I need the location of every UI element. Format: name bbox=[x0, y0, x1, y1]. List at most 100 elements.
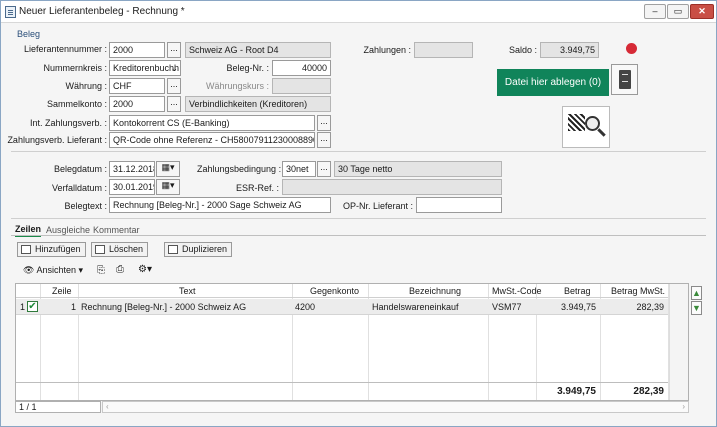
sammelkonto-lookup-button[interactable]: ... bbox=[167, 96, 181, 112]
row-checkbox[interactable]: ✔ bbox=[27, 301, 38, 312]
lieferantennummer-label: Lieferantennummer : bbox=[23, 44, 107, 54]
duplicate-icon bbox=[168, 245, 178, 254]
col-header-zeile[interactable]: Zeile bbox=[52, 284, 72, 298]
cell-betrag: 3.949,75 bbox=[560, 302, 596, 312]
scroll-left-icon[interactable]: ‹ bbox=[106, 402, 109, 411]
zahlungsverb-lieferant-input[interactable]: QR-Code ohne Referenz - CH58007911230008… bbox=[109, 132, 315, 148]
views-label: Ansichten bbox=[36, 265, 76, 275]
trash-icon bbox=[95, 245, 105, 254]
add-label: Hinzufügen bbox=[35, 244, 81, 254]
cell-zeile: 1 bbox=[70, 302, 76, 312]
chevron-down-icon: ⌄ bbox=[170, 63, 178, 73]
verfalldatum-input[interactable]: 30.01.2019 bbox=[109, 179, 155, 195]
zahlungen-field bbox=[414, 42, 473, 58]
divider bbox=[11, 151, 706, 152]
cell-betrag-mwst: 282,39 bbox=[636, 302, 664, 312]
saldo-label: Saldo : bbox=[508, 45, 537, 55]
add-row-button[interactable]: Hinzufügen bbox=[17, 242, 86, 257]
int-zahlungsverb-lookup-button[interactable]: ... bbox=[317, 115, 331, 131]
move-down-icon[interactable]: ▼ bbox=[691, 301, 702, 315]
int-zahlungsverb-input[interactable]: Kontokorrent CS (E-Banking) bbox=[109, 115, 315, 131]
zahlungsverb-lieferant-label: Zahlungsverb. Lieferant : bbox=[7, 135, 107, 145]
cell-gegenkonto: 4200 bbox=[295, 302, 316, 312]
belegtext-label: Belegtext : bbox=[64, 201, 107, 211]
sammelkonto-input[interactable]: 2000 bbox=[109, 96, 165, 112]
minimize-button[interactable]: – bbox=[644, 4, 666, 19]
row-number: 1 bbox=[20, 302, 26, 312]
divider bbox=[11, 235, 706, 236]
document-preview-thumbnail[interactable] bbox=[562, 106, 610, 148]
delete-row-button[interactable]: Löschen bbox=[91, 242, 149, 257]
lieferant-lookup-button[interactable]: ... bbox=[167, 42, 181, 58]
duplicate-row-button[interactable]: Duplizieren bbox=[164, 242, 233, 257]
lieferant-name-field: Schweiz AG - Root D4 bbox=[185, 42, 331, 58]
zahlungsbedingung-input[interactable]: 30net bbox=[282, 161, 316, 177]
col-header-gegenkonto[interactable]: Gegenkonto bbox=[310, 284, 359, 298]
sammelkonto-label: Sammelkonto : bbox=[46, 99, 107, 109]
zahlungsbedingung-text-field: 30 Tage netto bbox=[334, 161, 502, 177]
opnr-input[interactable] bbox=[416, 197, 502, 213]
title-bar: Neuer Lieferantenbeleg - Rechnung * – ▭ … bbox=[1, 1, 716, 23]
calendar-icon[interactable]: ▦▾ bbox=[156, 161, 180, 177]
col-header-bezeichnung[interactable]: Bezeichnung bbox=[409, 284, 461, 298]
delete-label: Löschen bbox=[109, 244, 144, 254]
belegtext-input[interactable]: Rechnung [Beleg-Nr.] - 2000 Sage Schweiz… bbox=[109, 197, 331, 213]
waehrung-label: Währung : bbox=[65, 81, 107, 91]
sammelkonto-name-field: Verbindlichkeiten (Kreditoren) bbox=[185, 96, 331, 112]
move-up-icon[interactable]: ▲ bbox=[691, 286, 702, 300]
views-menu-button[interactable]: 👁 Ansichten ▾ bbox=[23, 265, 83, 276]
lines-grid: Zeile Text Gegenkonto Bezeichnung MwSt.-… bbox=[15, 283, 702, 401]
document-icon bbox=[5, 6, 16, 18]
saldo-field: 3.949,75 bbox=[540, 42, 599, 58]
window-title: Neuer Lieferantenbeleg - Rechnung * bbox=[19, 6, 185, 17]
divider bbox=[11, 218, 706, 219]
zahlungsbedingung-lookup-button[interactable]: ... bbox=[317, 161, 331, 177]
status-indicator bbox=[626, 43, 637, 54]
total-betrag-mwst: 282,39 bbox=[633, 386, 664, 397]
col-header-betrag[interactable]: Betrag bbox=[564, 284, 591, 298]
verfalldatum-label: Verfalldatum : bbox=[51, 183, 107, 193]
nummernkreis-label: Nummernkreis : bbox=[43, 63, 107, 73]
zahlungsverb-lieferant-lookup-button[interactable]: ... bbox=[317, 132, 331, 148]
nummernkreis-select[interactable]: Kreditorenbuchh ⌄ bbox=[109, 60, 181, 76]
horizontal-scrollbar[interactable]: ‹ › bbox=[102, 401, 689, 413]
opnr-label: OP-Nr. Lieferant : bbox=[342, 201, 413, 211]
scroll-right-icon[interactable]: › bbox=[682, 402, 685, 411]
waehrung-input[interactable]: CHF bbox=[109, 78, 165, 94]
esr-label: ESR-Ref. : bbox=[235, 183, 279, 193]
gear-icon[interactable]: ⚙▾ bbox=[138, 264, 152, 275]
preview-icon[interactable]: ⎘ bbox=[97, 265, 105, 276]
calendar-icon[interactable]: ▦▾ bbox=[156, 179, 180, 195]
main-window: Neuer Lieferantenbeleg - Rechnung * – ▭ … bbox=[0, 0, 717, 427]
belegdatum-label: Belegdatum : bbox=[53, 164, 107, 174]
table-row[interactable]: 1 ✔ 1 Rechnung [Beleg-Nr.] - 2000 Schwei… bbox=[16, 299, 668, 315]
cell-text: Rechnung [Beleg-Nr.] - 2000 Schweiz AG bbox=[81, 302, 247, 312]
cell-mwst: VSM77 bbox=[492, 302, 522, 312]
print-icon[interactable]: ⎙ bbox=[116, 264, 124, 275]
belegdatum-input[interactable]: 31.12.2018 bbox=[109, 161, 155, 177]
maximize-button[interactable]: ▭ bbox=[667, 4, 689, 19]
lieferantennummer-input[interactable]: 2000 bbox=[109, 42, 165, 58]
col-header-mwst[interactable]: MwSt.-Code bbox=[492, 284, 542, 298]
pager: 1 / 1 bbox=[15, 401, 101, 413]
magnifier-handle bbox=[597, 128, 606, 137]
tab-ausgleiche[interactable]: Ausgleiche bbox=[46, 225, 90, 235]
total-betrag: 3.949,75 bbox=[557, 386, 596, 397]
col-header-betrag-mwst[interactable]: Betrag MwSt. bbox=[611, 284, 665, 298]
add-icon bbox=[21, 245, 31, 254]
group-title-beleg: Beleg bbox=[17, 29, 41, 39]
waehrungskurs-field bbox=[272, 78, 331, 94]
col-header-text[interactable]: Text bbox=[179, 284, 196, 298]
tab-kommentar[interactable]: Kommentar bbox=[93, 225, 140, 235]
cell-bezeichnung: Handelswareneinkauf bbox=[372, 302, 459, 312]
zahlungen-label: Zahlungen : bbox=[363, 45, 411, 55]
esr-field bbox=[282, 179, 502, 195]
close-button[interactable]: ✕ bbox=[690, 4, 714, 19]
zahlungsbedingung-label: Zahlungsbedingung : bbox=[197, 164, 282, 174]
waehrung-lookup-button[interactable]: ... bbox=[167, 78, 181, 94]
file-drop-zone[interactable]: Datei hier ablegen (0) bbox=[497, 69, 609, 96]
belegnr-input[interactable]: 40000 bbox=[272, 60, 331, 76]
file-cabinet-icon[interactable] bbox=[611, 64, 638, 95]
waehrungskurs-label: Währungskurs : bbox=[205, 81, 269, 91]
int-zahlungsverb-label: Int. Zahlungsverb. : bbox=[29, 118, 107, 128]
